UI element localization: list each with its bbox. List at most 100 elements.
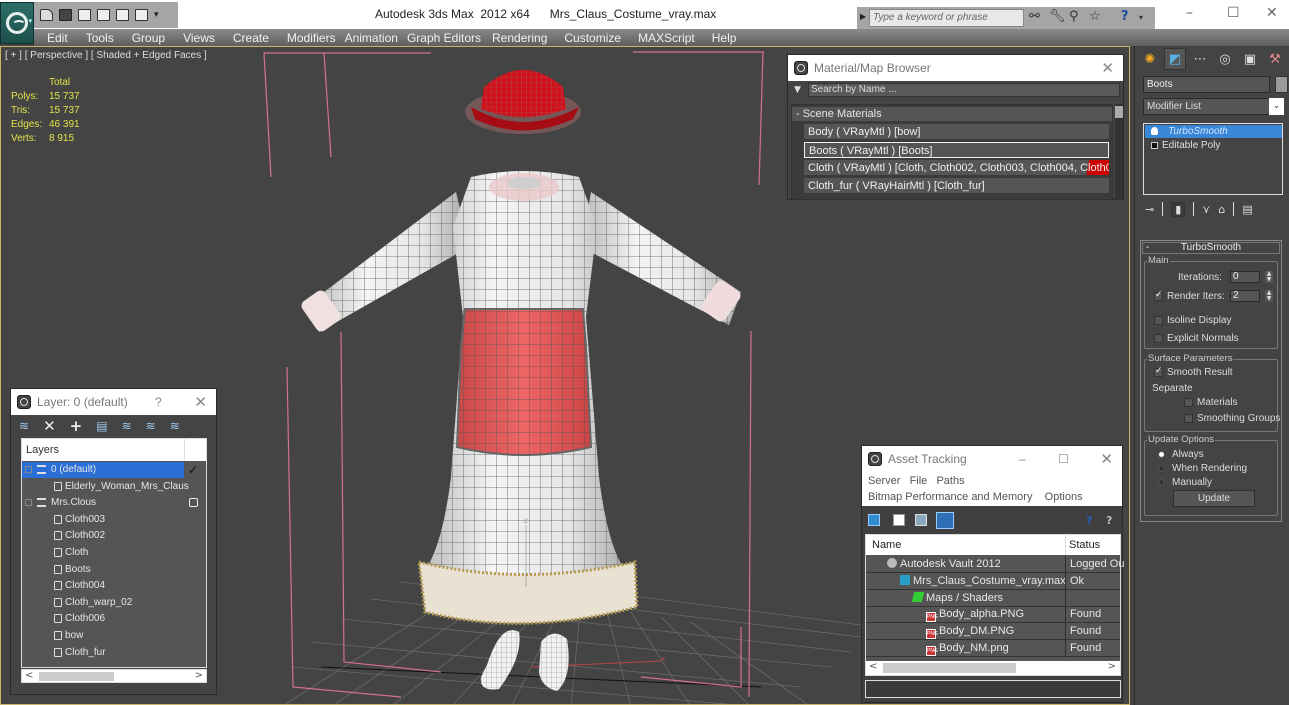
help-caret-icon[interactable]: ▾ (1139, 13, 1143, 22)
expand-icon[interactable] (1151, 142, 1158, 149)
create-layer-icon[interactable]: ≋ (19, 419, 29, 433)
motion-tab[interactable]: ◎ (1214, 48, 1236, 70)
open-file-icon[interactable] (40, 9, 53, 21)
expand-arrow-icon[interactable]: ▶ (860, 12, 866, 21)
maximize-button[interactable]: ☐ (1058, 452, 1069, 466)
current-layer-check-icon[interactable]: ✓ (188, 462, 198, 478)
scrollbar-thumb[interactable] (883, 663, 1016, 673)
binoculars-icon[interactable]: ⚯ (1029, 9, 1040, 24)
menu-maxscript[interactable]: MAXScript (638, 31, 695, 45)
layer-row[interactable]: 0 (default) ✓ (22, 462, 206, 478)
column-status[interactable]: Status (1069, 539, 1100, 551)
smooth-result-checkbox[interactable] (1154, 366, 1163, 377)
refresh-icon[interactable] (868, 514, 880, 526)
layer-object-row[interactable]: Cloth (22, 545, 206, 561)
scroll-left-icon[interactable]: < (869, 661, 877, 672)
menu-modifiers[interactable]: Modifiers (287, 31, 336, 45)
viewport-label-menu[interactable]: [ + ] [ Perspective ] [ Shaded + Edged F… (5, 50, 207, 61)
layer-object-row[interactable]: Boots (22, 562, 206, 578)
expand-collapse-icon[interactable] (25, 466, 32, 473)
application-menu-button[interactable]: ▾ (0, 2, 34, 44)
scroll-left-icon[interactable]: < (25, 670, 33, 681)
utilities-tab[interactable]: ⚒ (1264, 48, 1286, 70)
explicit-normals-checkbox[interactable] (1154, 334, 1163, 343)
asset-menu-row2[interactable]: Bitmap Performance and Memory Options (868, 491, 1083, 503)
scroll-right-icon[interactable]: > (1108, 661, 1116, 672)
layer-object-row[interactable]: Cloth_fur (22, 645, 206, 661)
modify-tab[interactable]: ◩ (1164, 48, 1186, 70)
hierarchy-tab[interactable]: ⋯ (1189, 48, 1211, 70)
chevron-down-icon[interactable]: ⌄ (1269, 98, 1284, 115)
asset-row[interactable]: Autodesk Vault 2012 Logged Ou (866, 556, 1124, 573)
object-name-field[interactable]: Boots (1143, 76, 1270, 93)
asset-row[interactable]: Maps / Shaders (866, 589, 1120, 607)
spinner-arrows-icon[interactable]: ▲ ▼ (1265, 290, 1273, 302)
expand-collapse-icon[interactable] (25, 499, 32, 507)
layer-row[interactable]: Mrs.Clous (22, 495, 206, 511)
separate-materials-checkbox[interactable] (1184, 398, 1193, 407)
layer-object-row[interactable]: Cloth003 (22, 512, 206, 528)
modifier-list-dropdown[interactable]: Modifier List (1143, 98, 1283, 115)
menu-help[interactable]: Help (712, 31, 737, 45)
hide-all-layers-icon[interactable]: ≋ (146, 419, 156, 433)
dialog-title-bar[interactable]: Material/Map Browser ✕ (788, 55, 1123, 81)
save-file-icon[interactable] (59, 9, 72, 21)
menu-rendering[interactable]: Rendering (492, 31, 547, 45)
customize-caret-icon[interactable]: ▾ (154, 10, 159, 20)
scroll-right-icon[interactable]: > (195, 670, 203, 681)
delete-layer-icon[interactable]: ✕ (43, 417, 56, 435)
menu-graph-editors[interactable]: Graph Editors (407, 31, 481, 45)
scrollbar-thumb[interactable] (39, 672, 114, 681)
asset-row[interactable]: PNGBody_DM.PNG Found (866, 623, 1120, 641)
set-current-layer-box-icon[interactable] (189, 498, 198, 508)
layer-object-row[interactable]: Cloth006 (22, 611, 206, 627)
freeze-all-layers-icon[interactable]: ≋ (170, 419, 180, 433)
dialog-title-bar[interactable]: Asset Tracking – ☐ ✕ (862, 446, 1122, 472)
material-item[interactable]: Cloth_fur ( VRayHairMtl ) [Cloth_fur] (804, 178, 1109, 194)
make-unique-icon[interactable]: ⋎ (1202, 203, 1210, 216)
asset-row[interactable]: Mrs_Claus_Costume_vray.max Ok (866, 572, 1120, 590)
stack-item-turbosmooth[interactable]: TurboSmooth (1145, 125, 1282, 138)
satellite-icon[interactable]: ⚲ (1069, 9, 1079, 24)
separate-smoothing-groups-checkbox[interactable] (1184, 414, 1193, 423)
list-view-icon[interactable] (893, 514, 905, 526)
material-item[interactable]: Boots ( VRayMtl ) [Boots] (804, 142, 1109, 158)
layer-object-row[interactable]: Cloth002 (22, 528, 206, 544)
column-name[interactable]: Name (872, 539, 901, 551)
horizontal-scrollbar[interactable]: < > (21, 669, 207, 683)
fetch-icon[interactable] (135, 9, 148, 21)
keyword-search-input[interactable]: Type a keyword or phrase (869, 9, 1024, 27)
wrench-icon[interactable]: 🔧︎ (1049, 9, 1066, 24)
menu-edit[interactable]: Edit (47, 31, 68, 45)
help-icon[interactable]: ? (1121, 9, 1129, 24)
material-item[interactable]: Cloth ( VRayMtl ) [Cloth, Cloth002, Clot… (804, 160, 1109, 176)
whats-this-icon[interactable]: ? (1106, 514, 1118, 527)
hold-icon[interactable] (97, 9, 110, 21)
minimize-button[interactable]: – (1186, 5, 1193, 21)
menu-views[interactable]: Views (183, 31, 215, 45)
render-iters-spinner[interactable]: 2 (1230, 290, 1260, 302)
layer-object-row[interactable]: Cloth_warp_02 (22, 595, 206, 611)
menu-create[interactable]: Create (233, 31, 269, 45)
close-button[interactable]: ✕ (1101, 59, 1114, 77)
asset-row[interactable]: PNGBody_NM.png Found (866, 640, 1120, 657)
material-search-input[interactable]: Search by Name ... (808, 83, 1120, 97)
asset-row[interactable]: PNGBody_alpha.PNG Found (866, 606, 1120, 624)
close-button[interactable]: ✕ (1266, 5, 1278, 21)
remove-modifier-icon[interactable]: ⌂ (1218, 203, 1225, 216)
help-button[interactable]: ? (155, 395, 162, 409)
asset-menu-row1[interactable]: Server File Paths (868, 475, 965, 487)
update-manually-radio[interactable] (1158, 479, 1165, 486)
update-button[interactable]: Update (1173, 490, 1255, 507)
create-tab[interactable]: ✺ (1139, 48, 1161, 70)
select-objects-icon[interactable]: ▤ (96, 419, 107, 433)
rollout-header[interactable]: - TurboSmooth (1142, 242, 1280, 254)
layer-object-row[interactable]: Elderly_Woman_Mrs_Claus (22, 479, 206, 495)
scrollbar-thumb[interactable] (1115, 106, 1123, 118)
show-end-result-icon[interactable]: ▮ (1171, 201, 1186, 217)
highlight-selected-icon[interactable]: ≋ (122, 419, 132, 433)
menu-group[interactable]: Group (132, 31, 165, 45)
menu-customize[interactable]: Customize (564, 31, 621, 45)
add-to-layer-icon[interactable]: + (70, 417, 83, 435)
maximize-button[interactable]: ☐ (1227, 5, 1240, 21)
